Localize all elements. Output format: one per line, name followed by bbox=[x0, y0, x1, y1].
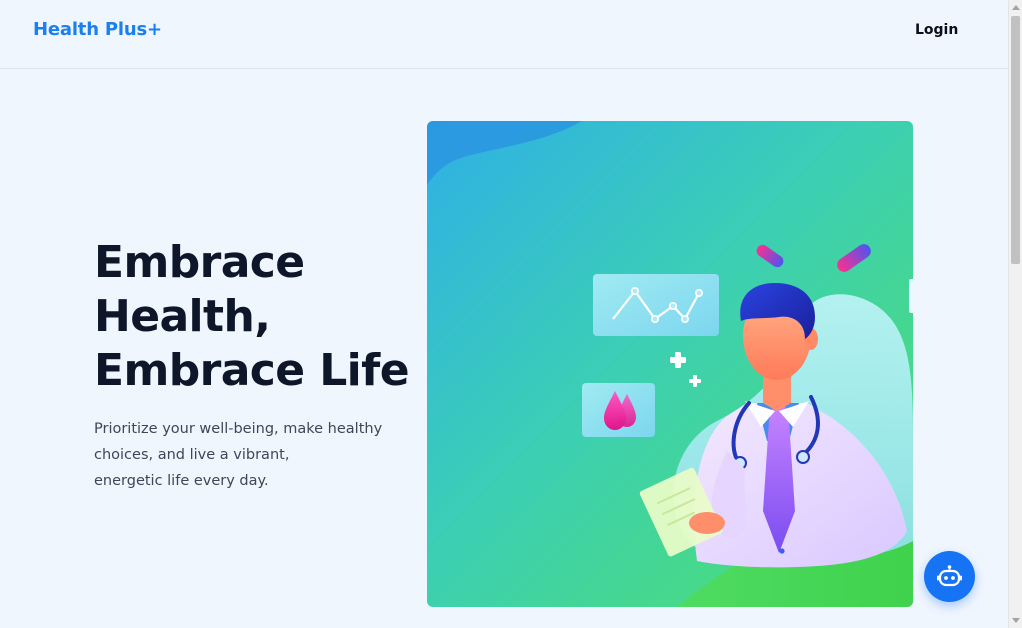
doctor-illustration-svg bbox=[427, 121, 913, 607]
page: Health Plus+ Login Embrace Health, Embra… bbox=[0, 0, 1008, 628]
scrollbar-thumb[interactable] bbox=[1011, 16, 1020, 264]
brand-logo[interactable]: Health Plus+ bbox=[33, 19, 162, 40]
scroll-down-arrow-icon[interactable] bbox=[1012, 618, 1020, 623]
robot-icon bbox=[937, 565, 962, 587]
chatbot-button[interactable] bbox=[924, 551, 975, 602]
login-link[interactable]: Login bbox=[915, 22, 958, 38]
scroll-up-arrow-icon[interactable] bbox=[1012, 5, 1020, 10]
hero-description: Prioritize your well-being, make healthy… bbox=[94, 416, 394, 494]
vertical-scrollbar[interactable] bbox=[1008, 0, 1022, 628]
hero-title-line: Embrace Life bbox=[94, 345, 410, 396]
hero-description-line: energetic life every day. bbox=[94, 473, 269, 489]
hero-title-line: Embrace bbox=[94, 237, 305, 288]
hero-description-line: Prioritize your well-being, make healthy bbox=[94, 421, 383, 437]
doctor-illustration bbox=[427, 121, 913, 607]
hero-title-line: Health, bbox=[94, 291, 271, 342]
hero-title: Embrace Health, Embrace Life bbox=[94, 236, 414, 398]
top-navbar: Health Plus+ Login bbox=[0, 0, 1008, 69]
hero-description-line: choices, and live a vibrant, bbox=[94, 447, 290, 463]
